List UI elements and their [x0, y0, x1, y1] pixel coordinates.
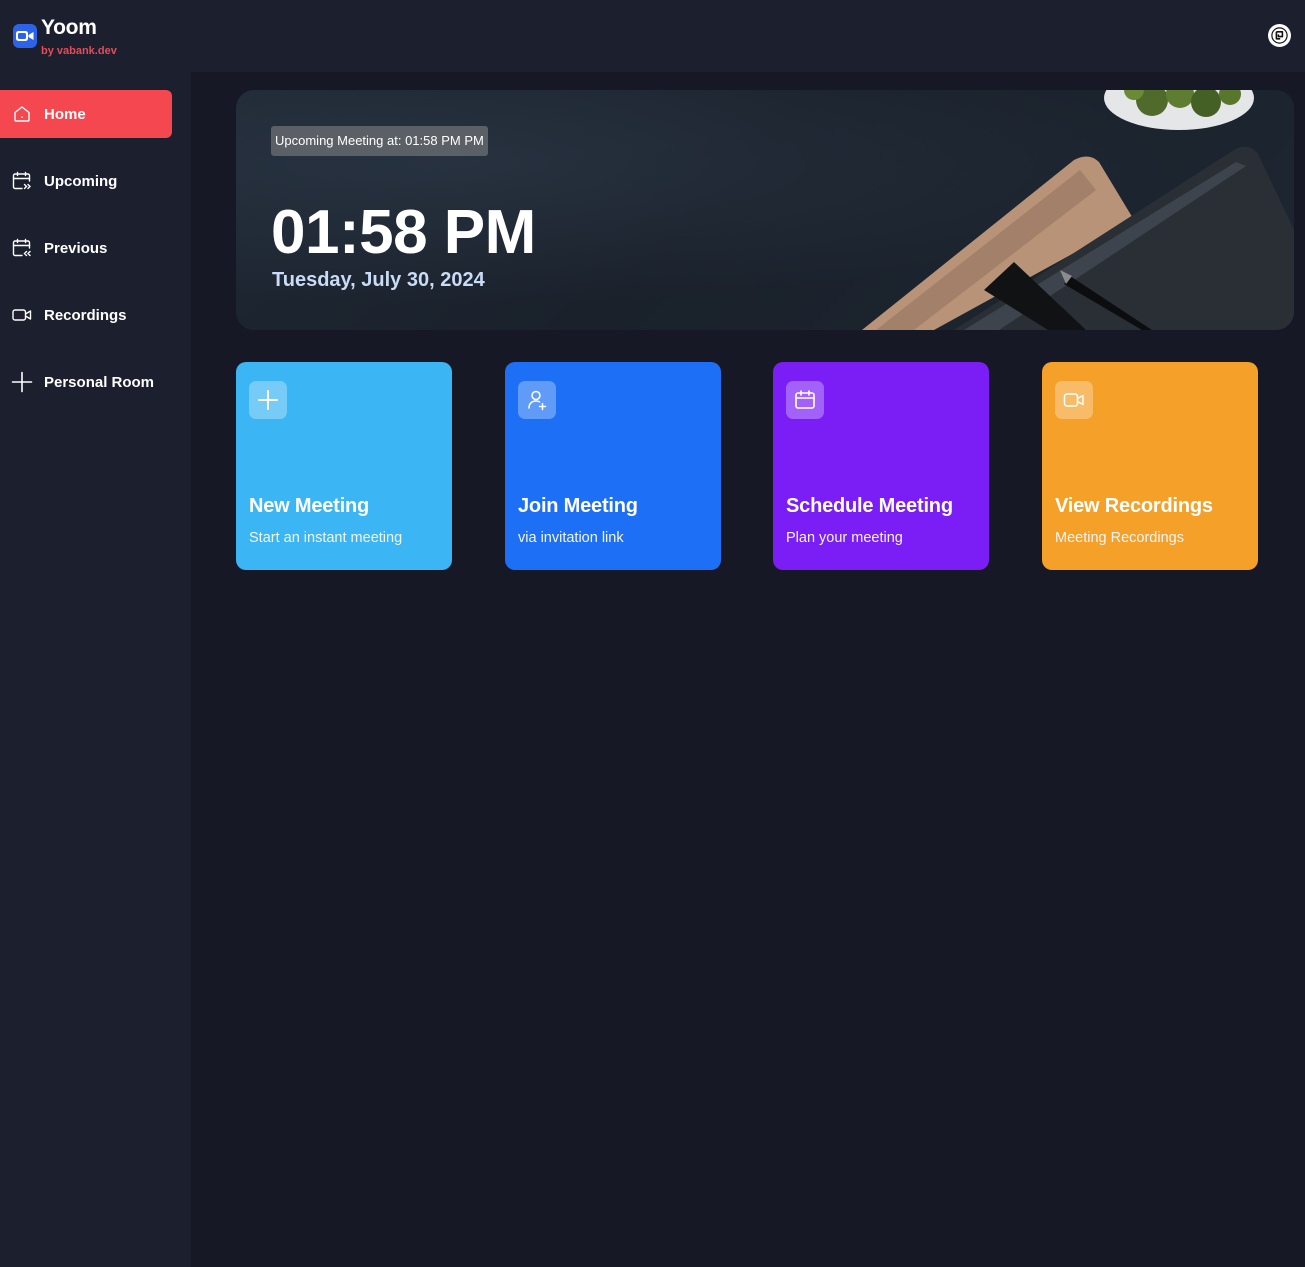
- current-date: Tuesday, July 30, 2024: [272, 269, 485, 291]
- sidebar-item-personal-room[interactable]: Personal Room: [0, 358, 172, 406]
- sidebar-item-label: Previous: [44, 239, 108, 257]
- app-title[interactable]: Yoom: [41, 16, 97, 40]
- plus-icon: [11, 371, 33, 393]
- card-title: New Meeting: [249, 495, 370, 517]
- current-time: 01:58 PM: [271, 198, 536, 267]
- upcoming-meeting-badge: Upcoming Meeting at: 01:58 PM PM: [271, 126, 488, 156]
- plus-icon: [249, 381, 287, 419]
- card-title: Schedule Meeting: [786, 495, 953, 517]
- sidebar-item-label: Home: [44, 105, 86, 123]
- home-icon: [11, 103, 33, 125]
- sidebar-item-home[interactable]: Home: [0, 90, 172, 138]
- card-title: View Recordings: [1055, 495, 1213, 517]
- sidebar-item-label: Recordings: [44, 306, 127, 324]
- sidebar-item-recordings[interactable]: Recordings: [0, 291, 172, 339]
- schedule-meeting-card[interactable]: Schedule Meeting Plan your meeting: [773, 362, 989, 570]
- video-icon: [1055, 381, 1093, 419]
- sidebar: Home Upcoming Previous Recordings Person…: [0, 72, 191, 1267]
- calendar-previous-icon: [11, 237, 33, 259]
- view-recordings-card[interactable]: View Recordings Meeting Recordings: [1042, 362, 1258, 570]
- user-avatar-icon[interactable]: [1268, 24, 1291, 47]
- card-subtitle: Meeting Recordings: [1055, 530, 1184, 546]
- hero-background-image: [862, 90, 1294, 330]
- yoom-logo-icon[interactable]: [13, 24, 37, 48]
- card-title: Join Meeting: [518, 495, 638, 517]
- calendar-upcoming-icon: [11, 170, 33, 192]
- sidebar-item-upcoming[interactable]: Upcoming: [0, 157, 172, 205]
- sidebar-item-label: Personal Room: [44, 373, 155, 391]
- user-plus-icon: [518, 381, 556, 419]
- hero-banner: Upcoming Meeting at: 01:58 PM PM 01:58 P…: [236, 90, 1294, 330]
- join-meeting-card[interactable]: Join Meeting via invitation link: [505, 362, 721, 570]
- calendar-icon: [786, 381, 824, 419]
- card-subtitle: via invitation link: [518, 530, 624, 546]
- sidebar-item-label: Upcoming: [44, 172, 118, 190]
- card-subtitle: Start an instant meeting: [249, 530, 403, 546]
- video-icon: [11, 304, 33, 326]
- new-meeting-card[interactable]: New Meeting Start an instant meeting: [236, 362, 452, 570]
- card-subtitle: Plan your meeting: [786, 530, 903, 546]
- app-subtitle: by vabank.dev: [41, 45, 117, 57]
- top-bar: Yoom by vabank.dev: [0, 0, 1305, 72]
- sidebar-item-previous[interactable]: Previous: [0, 224, 172, 272]
